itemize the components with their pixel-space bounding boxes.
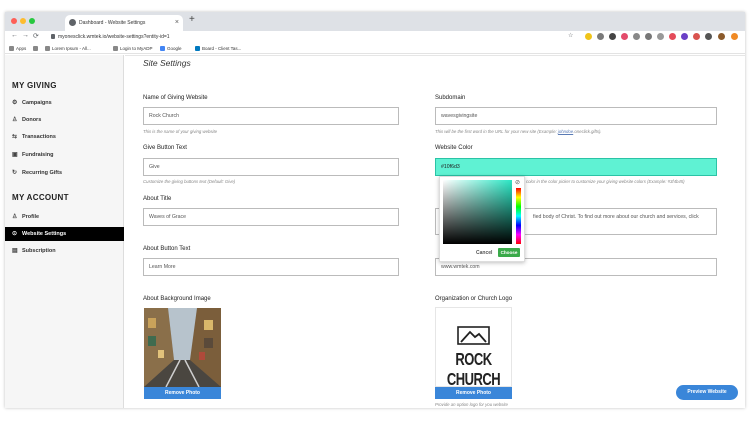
extension-icon[interactable] — [585, 33, 592, 40]
logo-help: Provide an option logo for you website — [435, 402, 508, 407]
page-title: Site Settings — [143, 58, 191, 68]
about-title-label: About Title — [143, 196, 172, 202]
extension-icon[interactable] — [669, 33, 676, 40]
my-giving-heading: MY GIVING — [12, 81, 57, 90]
main-content: Site Settings Name of Giving Website Roc… — [125, 55, 745, 408]
bookmark-icon — [113, 46, 118, 51]
address-bar[interactable]: myonesclick.wmtek.io/website-settings?en… — [51, 33, 170, 42]
url-text: myonesclick.wmtek.io/website-settings?en… — [58, 34, 170, 40]
remove-background-photo-button[interactable]: Remove Photo — [144, 387, 221, 399]
browser-tab[interactable]: Dashboard - Website Settings × — [65, 15, 183, 31]
picker-cancel-button[interactable]: Cancel — [476, 250, 492, 256]
tab-close-icon[interactable]: × — [175, 15, 179, 31]
google-icon — [160, 46, 165, 51]
minimize-window-icon[interactable] — [20, 18, 26, 24]
sidebar-item-website-settings[interactable]: ⊙ Website Settings — [5, 227, 124, 241]
bookmark-star-icon[interactable]: ☆ — [568, 32, 573, 39]
bookmark-adp[interactable]: Login to MyADP — [113, 44, 153, 54]
forward-icon[interactable]: → — [22, 32, 29, 39]
color-help: color in the color picker to customize y… — [526, 179, 685, 184]
users-icon: ♙ — [12, 117, 18, 123]
saturation-area[interactable] — [443, 180, 512, 244]
extension-icon[interactable] — [633, 33, 640, 40]
sidebar-item-campaigns[interactable]: ⚙ Campaigns — [5, 96, 124, 110]
bookmark-lorem[interactable]: Lorem Ipsum - All... — [45, 44, 91, 54]
bookmark-google[interactable]: Google — [160, 44, 182, 54]
give-button-input[interactable]: Give — [143, 158, 399, 176]
extension-icon[interactable] — [693, 33, 700, 40]
reload-icon[interactable]: ⟳ — [33, 32, 39, 40]
hue-slider[interactable] — [516, 188, 521, 244]
sidebar-item-profile[interactable]: ♙ Profile — [5, 210, 124, 224]
extension-icon[interactable] — [681, 33, 688, 40]
color-picker-popover: ⊘ Cancel Choose — [439, 176, 525, 262]
bookmarks-bar: Apps Lorem Ipsum - All... Login to MyADP… — [5, 44, 745, 54]
background-image-label: About Background Image — [143, 296, 211, 302]
avatar[interactable] — [718, 33, 725, 40]
sidebar-item-fundraising[interactable]: ▣ Fundraising — [5, 148, 124, 162]
new-tab-button[interactable]: + — [189, 14, 195, 25]
recurring-icon: ↻ — [12, 170, 18, 176]
remove-logo-button[interactable]: Remove Photo — [435, 387, 512, 399]
board-icon — [195, 46, 200, 51]
extension-icon[interactable] — [597, 33, 604, 40]
about-button-label: About Button Text — [143, 246, 191, 252]
subdomain-input[interactable]: wavesgivingsite — [435, 107, 717, 125]
profile-icon: ♙ — [12, 214, 18, 220]
browser-window: Dashboard - Website Settings × + ← → ⟳ m… — [5, 12, 745, 408]
example-link[interactable]: johndoe — [558, 129, 573, 134]
extension-icon[interactable] — [621, 33, 628, 40]
eyedropper-icon[interactable]: ⊘ — [515, 179, 520, 186]
logo-wordmark: ROCK CHURCH — [446, 348, 501, 390]
settings-icon: ⊙ — [12, 231, 18, 237]
extension-icon[interactable] — [645, 33, 652, 40]
bookmark-board[interactable]: Board - Client Tas... — [195, 44, 241, 54]
subdomain-label: Subdomain — [435, 95, 466, 101]
tab-strip: Dashboard - Website Settings × + — [5, 12, 745, 31]
site-favicon-icon — [69, 19, 76, 26]
tab-title: Dashboard - Website Settings — [79, 20, 146, 26]
background-photo — [144, 308, 221, 387]
subdomain-help: This will be the first word in the URL f… — [435, 129, 602, 134]
mountain-logo-icon — [457, 326, 490, 345]
church-logo: ROCK CHURCH — [435, 307, 512, 390]
sidebar-item-recurring-gifts[interactable]: ↻ Recurring Gifts — [5, 166, 124, 180]
picker-choose-button[interactable]: Choose — [498, 248, 520, 257]
about-button-input[interactable]: Learn More — [143, 258, 399, 276]
website-color-label: Website Color — [435, 145, 473, 151]
website-name-input[interactable]: Rock Church — [143, 107, 399, 125]
name-help: This is the name of your giving website — [143, 129, 218, 134]
transactions-icon: ⇆ — [12, 134, 18, 140]
lock-icon — [51, 34, 55, 39]
logo-label: Organization or Church Logo — [435, 296, 513, 302]
give-help: Customize the giving buttons text (Defau… — [143, 179, 236, 184]
about-title-input[interactable]: Waves of Grace — [143, 208, 399, 226]
extension-icon[interactable] — [609, 33, 616, 40]
close-window-icon[interactable] — [11, 18, 17, 24]
gear-icon: ⚙ — [12, 100, 18, 106]
street-photo-image — [144, 308, 221, 387]
give-button-label: Give Button Text — [143, 145, 187, 151]
extensions-puzzle-icon[interactable] — [705, 33, 712, 40]
sidebar: MY GIVING ⚙ Campaigns ♙ Donors ⇆ Transactio… — [5, 55, 124, 408]
sidebar-item-subscription[interactable]: ▤ Subscription — [5, 244, 124, 258]
address-bar-row: ← → ⟳ myonesclick.wmtek.io/website-setti… — [5, 31, 745, 44]
name-label: Name of Giving Website — [143, 95, 208, 101]
apps-grid-icon — [9, 46, 14, 51]
bookmark-apps[interactable]: Apps — [9, 44, 26, 54]
extension-icon[interactable] — [657, 33, 664, 40]
back-icon[interactable]: ← — [11, 32, 18, 39]
sidebar-item-donors[interactable]: ♙ Donors — [5, 113, 124, 127]
maximize-window-icon[interactable] — [29, 18, 35, 24]
bookmark-icon — [45, 46, 50, 51]
subscription-icon: ▤ — [12, 248, 18, 254]
sidebar-item-transactions[interactable]: ⇆ Transactions — [5, 130, 124, 144]
bookmark-folder-icon[interactable] — [33, 44, 40, 54]
divider — [125, 55, 745, 56]
my-account-heading: MY ACCOUNT — [12, 193, 69, 202]
website-color-input[interactable]: #10f6d3 — [435, 158, 717, 176]
fundraising-icon: ▣ — [12, 152, 18, 158]
chrome-menu-icon[interactable] — [731, 33, 738, 40]
preview-website-button[interactable]: Preview Website — [676, 385, 738, 400]
